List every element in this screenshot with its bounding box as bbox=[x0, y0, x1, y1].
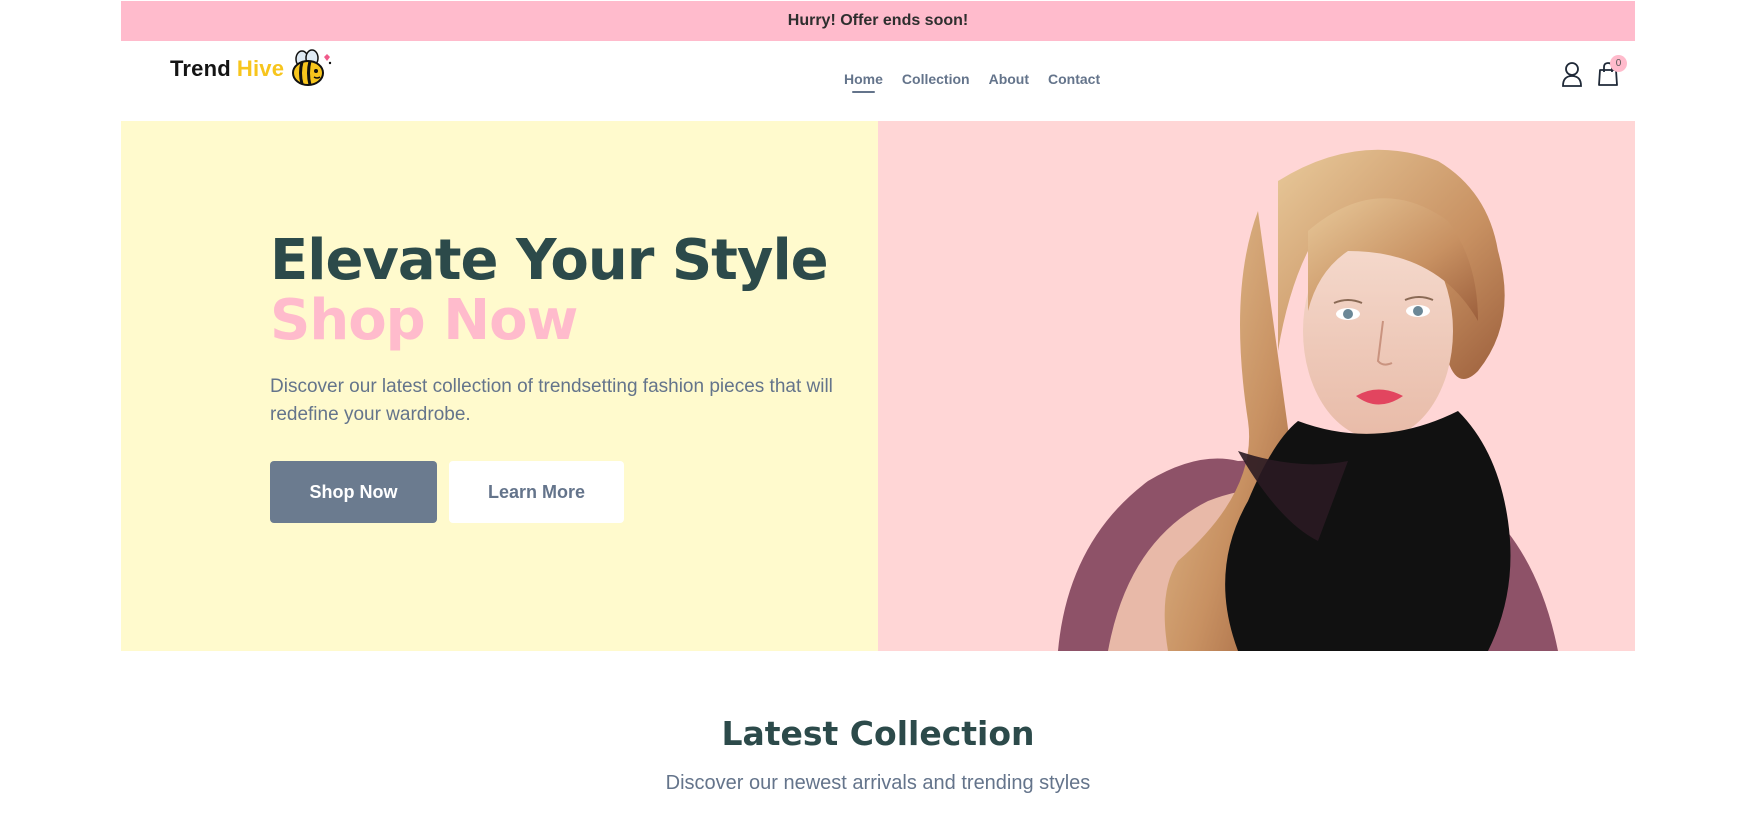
user-account-button[interactable] bbox=[1561, 61, 1583, 87]
cart-button[interactable]: 0 bbox=[1597, 55, 1627, 87]
promo-banner: Hurry! Offer ends soon! bbox=[121, 1, 1635, 41]
model-portrait-image bbox=[1058, 149, 1558, 651]
hero-title-accent: Shop Now bbox=[270, 288, 578, 353]
nav-home-link[interactable]: Home bbox=[844, 71, 883, 93]
hero-heading: Elevate Your Style Shop Now bbox=[270, 228, 829, 353]
hero-title: Elevate Your Style bbox=[270, 228, 829, 293]
hero-description: Discover our latest collection of trends… bbox=[270, 376, 833, 425]
nav-contact-link[interactable]: Contact bbox=[1048, 71, 1100, 87]
bee-icon bbox=[292, 49, 332, 86]
learn-more-button[interactable]: Learn More bbox=[449, 461, 624, 523]
nav-collection-link[interactable]: Collection bbox=[902, 71, 970, 87]
promo-text: Hurry! Offer ends soon! bbox=[787, 12, 969, 29]
latest-collection-subtitle: Discover our newest arrivals and trendin… bbox=[665, 772, 1091, 794]
hero-image-panel bbox=[878, 121, 1635, 651]
hero-content-panel: Elevate Your Style Shop Now Discover our… bbox=[121, 121, 878, 651]
latest-collection-title: Latest Collection bbox=[721, 714, 1035, 753]
brand-name-part2: Hive bbox=[236, 56, 285, 81]
brand-name-part1: Trend bbox=[170, 56, 231, 81]
user-icon bbox=[1562, 62, 1582, 87]
cart-count-badge: 0 bbox=[1610, 55, 1627, 72]
shop-now-button[interactable]: Shop Now bbox=[270, 461, 437, 523]
hero-section: Elevate Your Style Shop Now Discover our… bbox=[121, 121, 1635, 651]
site-header: Trend Hive Home Collection About Contact bbox=[121, 41, 1635, 121]
header-actions: 0 bbox=[1561, 55, 1627, 87]
page-frame: Hurry! Offer ends soon! Trend Hive Home … bbox=[121, 0, 1635, 818]
nav-about-link[interactable]: About bbox=[989, 71, 1029, 87]
brand-logo[interactable]: Trend Hive bbox=[170, 49, 334, 89]
main-navigation: Home Collection About Contact bbox=[844, 71, 1100, 93]
